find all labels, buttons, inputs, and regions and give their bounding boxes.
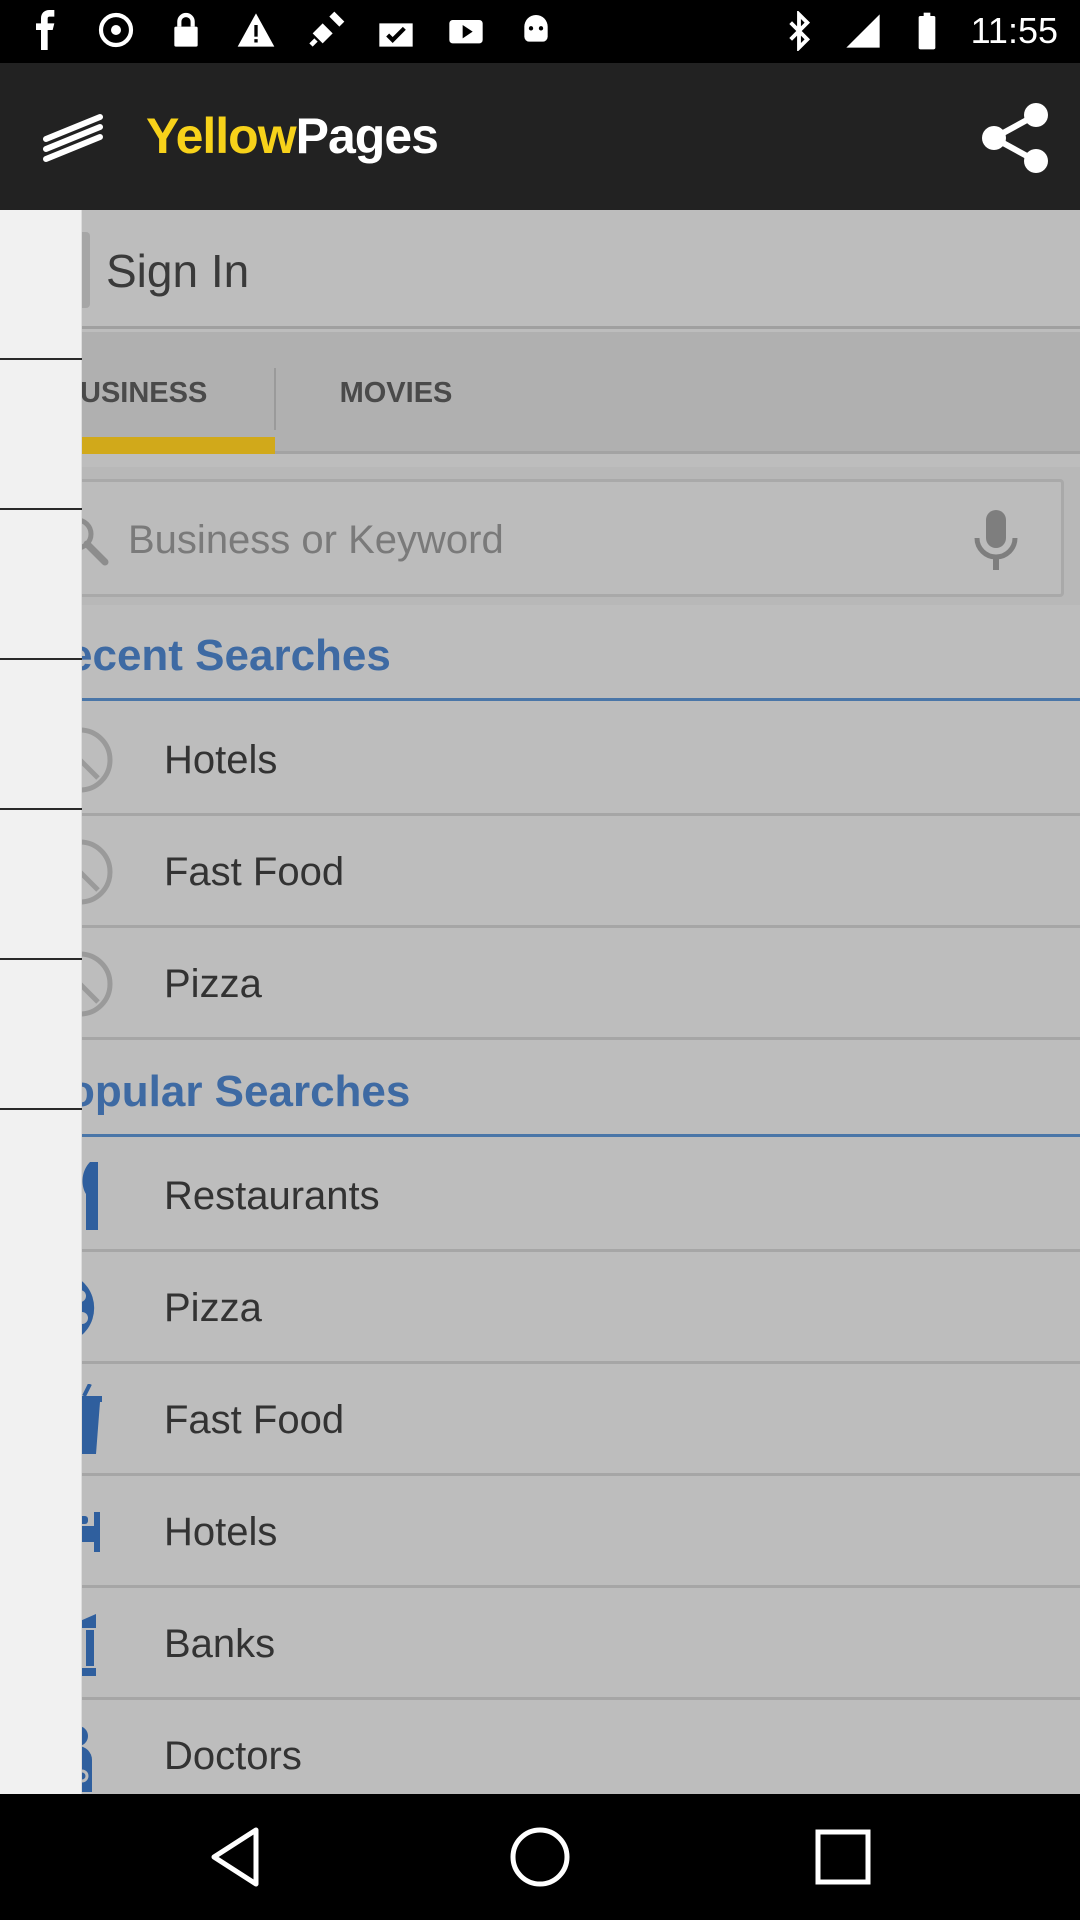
system-nav-bar bbox=[0, 1794, 1080, 1920]
recent-item-fast-food[interactable]: Fast Food bbox=[0, 816, 1080, 928]
tab-movies[interactable]: MOVIES bbox=[276, 332, 516, 454]
recent-searches-title: ecent Searches bbox=[68, 631, 391, 680]
drawer-divider bbox=[0, 658, 82, 660]
lock-icon bbox=[166, 10, 206, 50]
drawer-divider bbox=[0, 958, 82, 960]
popular-item-banks[interactable]: Banks bbox=[0, 1588, 1080, 1700]
yellowpages-logo: YellowPages bbox=[146, 107, 439, 165]
popular-item-label: Restaurants bbox=[164, 1174, 380, 1218]
popular-item-label: Fast Food bbox=[164, 1398, 345, 1442]
menu-icon[interactable] bbox=[40, 109, 108, 169]
signal-icon bbox=[843, 11, 883, 51]
recent-item-label: Hotels bbox=[164, 738, 278, 782]
status-time: 11:55 bbox=[970, 10, 1058, 51]
bluetooth-icon bbox=[779, 9, 819, 53]
satellite-icon bbox=[306, 10, 346, 50]
popular-item-label: Doctors bbox=[164, 1734, 302, 1778]
popular-searches-header: opular Searches bbox=[0, 1043, 1080, 1137]
search-box bbox=[30, 479, 1064, 597]
navigation-drawer[interactable] bbox=[0, 210, 82, 1794]
popular-item-restaurants[interactable]: Restaurants bbox=[0, 1140, 1080, 1252]
main-content: Sign In USINESS MOVIES ecent Searches Ho… bbox=[0, 210, 1080, 1794]
recent-item-label: Pizza bbox=[164, 962, 262, 1006]
sign-in-row[interactable]: Sign In bbox=[0, 210, 1080, 329]
mic-icon[interactable] bbox=[971, 508, 1021, 574]
tab-movies-label: MOVIES bbox=[339, 377, 453, 409]
battery-icon bbox=[907, 11, 947, 51]
logo-pages: Pages bbox=[295, 108, 439, 164]
status-bar: 11:55 bbox=[0, 0, 1080, 63]
drawer-divider bbox=[0, 358, 82, 360]
popular-item-doctors[interactable]: Doctors bbox=[0, 1700, 1080, 1794]
recents-icon[interactable] bbox=[810, 1824, 876, 1890]
sign-in-label: Sign In bbox=[106, 245, 250, 297]
home-icon[interactable] bbox=[507, 1824, 573, 1890]
popular-searches-title: opular Searches bbox=[68, 1067, 411, 1116]
tab-bar: USINESS MOVIES bbox=[0, 332, 1080, 454]
tab-business-label: USINESS bbox=[80, 377, 208, 409]
app-bar: YellowPages bbox=[0, 63, 1080, 210]
popular-item-label: Banks bbox=[164, 1622, 276, 1666]
android-icon bbox=[516, 10, 556, 50]
recent-item-hotels[interactable]: Hotels bbox=[0, 704, 1080, 816]
drawer-divider bbox=[0, 1108, 82, 1110]
photo-check-icon bbox=[376, 10, 416, 50]
popular-item-hotels[interactable]: Hotels bbox=[0, 1476, 1080, 1588]
recent-item-label: Fast Food bbox=[164, 850, 345, 894]
sync-icon bbox=[96, 10, 136, 50]
warning-icon bbox=[236, 10, 276, 50]
search-area bbox=[0, 467, 1080, 605]
logo-yellow: Yellow bbox=[146, 108, 297, 164]
popular-item-label: Pizza bbox=[164, 1286, 262, 1330]
play-store-icon bbox=[446, 10, 486, 50]
drawer-divider bbox=[0, 508, 82, 510]
recent-searches-header: ecent Searches bbox=[0, 607, 1080, 701]
popular-item-fast-food[interactable]: Fast Food bbox=[0, 1364, 1080, 1476]
popular-item-pizza[interactable]: Pizza bbox=[0, 1252, 1080, 1364]
recent-item-pizza[interactable]: Pizza bbox=[0, 928, 1080, 1040]
popular-item-label: Hotels bbox=[164, 1510, 278, 1554]
facebook-icon bbox=[26, 10, 66, 50]
search-input[interactable] bbox=[128, 512, 928, 568]
back-icon[interactable] bbox=[204, 1824, 270, 1890]
share-icon[interactable] bbox=[978, 101, 1052, 175]
drawer-divider bbox=[0, 808, 82, 810]
